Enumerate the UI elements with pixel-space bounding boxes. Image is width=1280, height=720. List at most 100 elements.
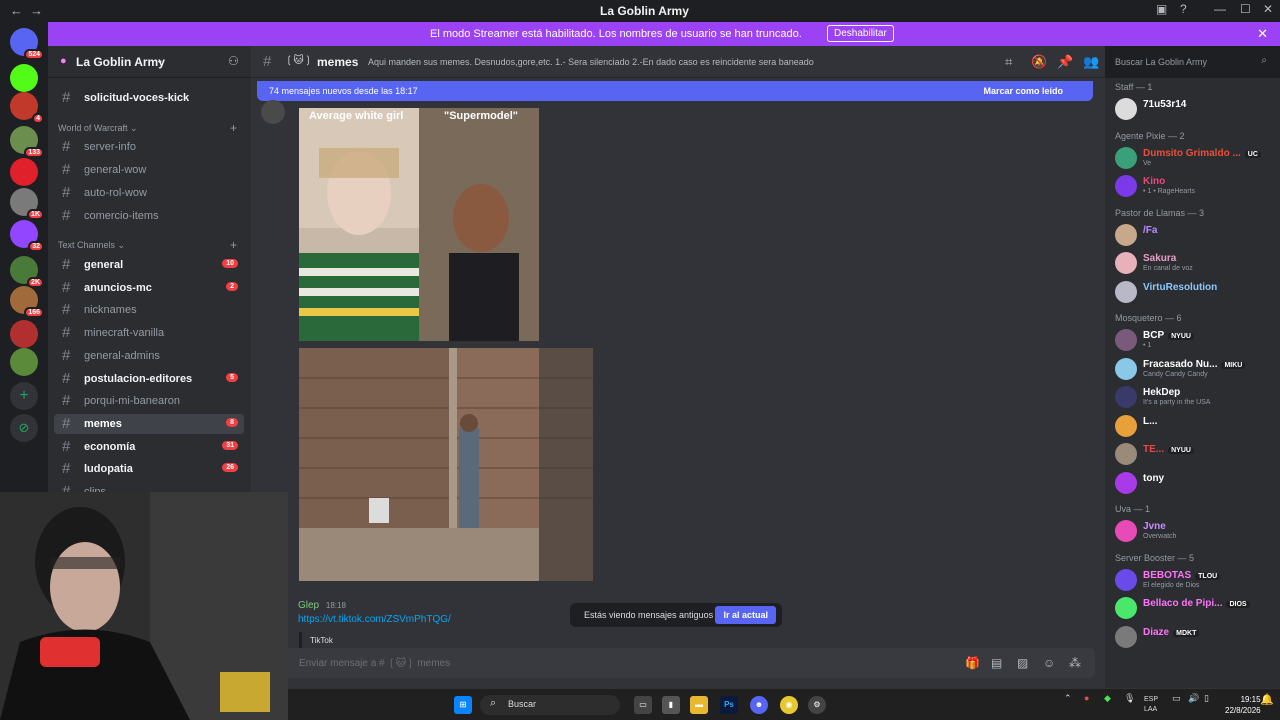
member-item[interactable]: Bellaco de Pipi... DIOS bbox=[1113, 595, 1275, 621]
guild-header[interactable]: ● La Goblin Army ⌄ ⚇ bbox=[48, 46, 251, 78]
tray-chevron-icon[interactable]: ⌃ bbox=[1064, 693, 1072, 704]
member-item[interactable]: HekDep It's a party in the USA bbox=[1113, 384, 1275, 410]
category-text[interactable]: Text Channels ⌄ + bbox=[58, 238, 237, 252]
sticker-icon[interactable]: ▨ bbox=[1017, 656, 1028, 670]
mark-read-button[interactable]: Marcar como leído bbox=[983, 86, 1063, 96]
taskbar-search[interactable]: ⌕ Buscar bbox=[480, 695, 620, 715]
server-green-icon[interactable]: 133 bbox=[10, 126, 44, 158]
member-item[interactable]: /Fa bbox=[1113, 222, 1275, 248]
notifications-icon[interactable]: 🔕 bbox=[1031, 54, 1047, 70]
meme-image[interactable]: Average white girl "Supermodel" bbox=[299, 108, 539, 341]
author-name[interactable]: Glep bbox=[298, 600, 319, 611]
apps-icon[interactable]: ⁂ bbox=[1069, 656, 1081, 670]
category-wow[interactable]: World of Warcraft ⌄ + bbox=[58, 121, 237, 135]
server-red-white-icon[interactable] bbox=[10, 158, 38, 186]
gif-icon[interactable]: ▤ bbox=[991, 656, 1002, 670]
maximize-icon[interactable]: ☐ bbox=[1240, 2, 1251, 16]
member-item[interactable]: Fracasado Nu... MIKU Candy Candy Candy bbox=[1113, 356, 1275, 382]
member-item[interactable]: Dumsito Grimaldo ... UC Ve bbox=[1113, 145, 1275, 171]
channel-text-2[interactable]: # nicknames bbox=[54, 300, 244, 320]
photo-image[interactable] bbox=[299, 348, 593, 581]
server-twitch-icon[interactable]: 32 bbox=[10, 220, 44, 252]
members-icon[interactable]: 👥 bbox=[1083, 54, 1099, 70]
channel-text-1[interactable]: # anuncios-mc 2 bbox=[54, 278, 244, 298]
member-item[interactable]: BEBOTAS TLOU El elegido de Dios bbox=[1113, 567, 1275, 593]
channel-text-9[interactable]: # ludopatia 26 bbox=[54, 459, 244, 479]
battery-icon[interactable]: ▯ bbox=[1204, 693, 1209, 704]
notification-icon[interactable]: 🔔 bbox=[1260, 693, 1274, 706]
explore-icon[interactable]: ⊘ bbox=[10, 414, 38, 442]
channel-wow-1[interactable]: # general-wow bbox=[54, 160, 244, 180]
member-item[interactable]: TE... NYUU bbox=[1113, 441, 1275, 467]
add-member-icon[interactable]: ⚇ bbox=[228, 54, 239, 68]
server-face-icon[interactable]: 166 bbox=[10, 286, 44, 318]
close-banner-icon[interactable]: ✕ bbox=[1257, 26, 1268, 42]
disable-streamer-button[interactable]: Deshabilitar bbox=[827, 25, 894, 42]
gift-icon[interactable]: 🎁 bbox=[965, 656, 980, 670]
app-icon[interactable]: ▮ bbox=[662, 696, 680, 714]
tray-shield-icon[interactable]: ◆ bbox=[1104, 693, 1111, 704]
back-arrow-icon[interactable]: ← bbox=[10, 3, 23, 18]
add-server-icon[interactable]: + bbox=[10, 382, 38, 410]
member-item[interactable]: 71u53r14 bbox=[1113, 96, 1275, 122]
member-item[interactable]: tony bbox=[1113, 470, 1275, 496]
message-author[interactable]: Glep 18:18 bbox=[298, 600, 346, 611]
add-channel-icon[interactable]: + bbox=[230, 121, 237, 135]
channel-text-6[interactable]: # porqui-mi-banearon bbox=[54, 391, 244, 411]
server-goblin2-icon[interactable] bbox=[10, 348, 38, 376]
volume-icon[interactable]: 🔊 bbox=[1188, 693, 1199, 704]
member-item[interactable]: VirtuResolution bbox=[1113, 279, 1275, 305]
channel-solicitud-voces-kick[interactable]: # solicitud-voces-kick bbox=[54, 88, 244, 108]
search-input[interactable]: Buscar La Goblin Army ⌕ bbox=[1109, 53, 1273, 71]
close-icon[interactable]: ✕ bbox=[1263, 2, 1273, 16]
server-goblin-icon[interactable]: 2K bbox=[10, 256, 44, 288]
message-composer[interactable]: Enviar mensaje a # ❲🐱❳ memes 🎁 ▤ ▨ ☺ ⁂ bbox=[285, 648, 1095, 678]
chrome-icon[interactable]: ◉ bbox=[780, 696, 798, 714]
channel-text-0[interactable]: # general 10 bbox=[54, 255, 244, 275]
server-grey-icon[interactable]: 1K bbox=[10, 188, 44, 220]
forward-arrow-icon[interactable]: → bbox=[30, 3, 43, 18]
photoshop-icon[interactable]: Ps bbox=[720, 696, 738, 714]
inbox-icon[interactable]: ▣ bbox=[1156, 2, 1167, 16]
server-kick-icon[interactable] bbox=[10, 64, 38, 92]
threads-icon[interactable]: ⌗ bbox=[1005, 54, 1012, 70]
message-link[interactable]: https://vt.tiktok.com/ZSVmPhTQG/ bbox=[298, 614, 451, 625]
tray-mic-icon[interactable]: 🎙 bbox=[1124, 693, 1135, 704]
discord-taskbar-icon[interactable]: ☻ bbox=[750, 696, 768, 714]
member-item[interactable]: Jvne Overwatch bbox=[1113, 518, 1275, 544]
member-item[interactable]: Sakura En canal de voz bbox=[1113, 250, 1275, 276]
add-channel-icon[interactable]: + bbox=[230, 238, 237, 252]
channel-topic[interactable]: Aqui manden sus memes. Desnudos,gore,etc… bbox=[368, 57, 814, 67]
help-icon[interactable]: ? bbox=[1180, 2, 1187, 16]
file-explorer-icon[interactable]: ▬ bbox=[690, 696, 708, 714]
minimize-icon[interactable]: — bbox=[1214, 2, 1226, 16]
channel-wow-3[interactable]: # comercio-items bbox=[54, 206, 244, 226]
channel-text-10[interactable]: # clips bbox=[54, 482, 244, 492]
channel-text-4[interactable]: # general-admins bbox=[54, 346, 244, 366]
channel-text-5[interactable]: # postulacion-editores 5 bbox=[54, 369, 244, 389]
server-red-icon[interactable]: 4 bbox=[10, 92, 44, 124]
app-icon-2[interactable]: ⚙ bbox=[808, 696, 826, 714]
pin-icon[interactable]: 📌 bbox=[1057, 54, 1073, 70]
new-messages-bar[interactable]: 74 mensajes nuevos desde las 18:17 Marca… bbox=[257, 81, 1093, 101]
language-indicator[interactable]: ESP LAA bbox=[1144, 695, 1158, 715]
network-icon[interactable]: ▭ bbox=[1172, 693, 1181, 704]
member-item[interactable]: L... bbox=[1113, 413, 1275, 439]
server-red2-icon[interactable] bbox=[10, 320, 38, 348]
clock[interactable]: 19:15 22/8/2026 bbox=[1225, 694, 1261, 716]
jump-present-button[interactable]: Ir al actual bbox=[715, 606, 776, 624]
channel-text-8[interactable]: # economía 31 bbox=[54, 437, 244, 457]
member-item[interactable]: BCP NYUU • 1 bbox=[1113, 327, 1275, 353]
member-item[interactable]: Kino • 1 • RageHearts bbox=[1113, 173, 1275, 199]
channel-text-3[interactable]: # minecraft-vanilla bbox=[54, 323, 244, 343]
discord-home-icon[interactable]: 524 bbox=[10, 28, 44, 60]
channel-wow-0[interactable]: # server-info bbox=[54, 137, 244, 157]
channel-wow-2[interactable]: # auto-rol-wow bbox=[54, 183, 244, 203]
task-view-icon[interactable]: ▭ bbox=[634, 696, 652, 714]
channel-text-7[interactable]: # memes 8 bbox=[54, 413, 244, 434]
member-item[interactable]: Diaze MDKT bbox=[1113, 624, 1275, 650]
avatar[interactable] bbox=[261, 100, 285, 124]
windows-start-icon[interactable]: ⊞ bbox=[454, 696, 472, 714]
emoji-icon[interactable]: ☺ bbox=[1043, 656, 1055, 670]
tray-app-icon[interactable]: ● bbox=[1084, 693, 1089, 703]
